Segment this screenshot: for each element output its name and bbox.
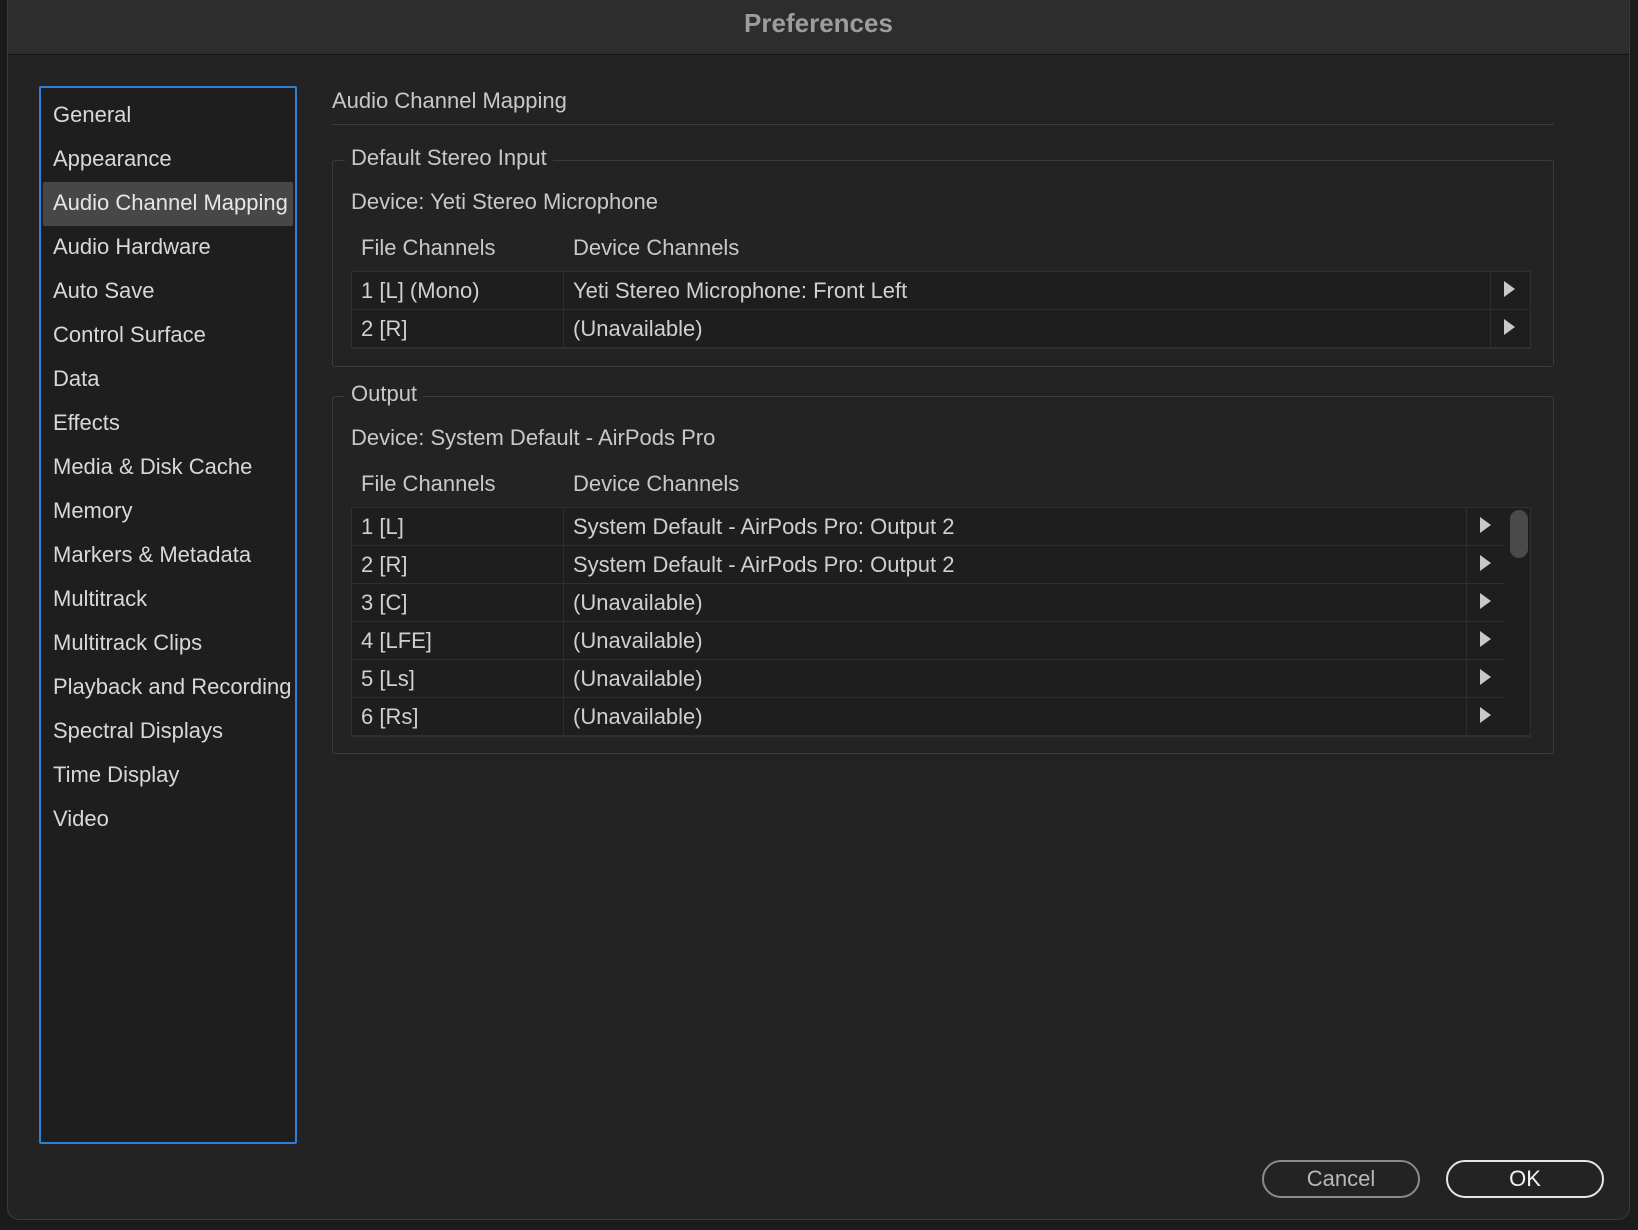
- input-col-device-channels: Device Channels: [573, 235, 740, 260]
- device-channel-cell[interactable]: (Unavailable): [564, 622, 703, 659]
- file-channel-cell: 6 [Rs]: [352, 698, 564, 735]
- title-bar[interactable]: Preferences: [8, 0, 1629, 55]
- device-channel-cell[interactable]: (Unavailable): [564, 698, 703, 735]
- device-channel-cell[interactable]: (Unavailable): [564, 660, 703, 697]
- channel-menu-button[interactable]: [1466, 508, 1502, 545]
- input-legend: Default Stereo Input: [345, 145, 553, 171]
- sidebar-item-general[interactable]: General: [43, 94, 293, 138]
- sidebar-item-data[interactable]: Data: [43, 358, 293, 402]
- input-device-label: Device: Yeti Stereo Microphone: [351, 189, 658, 214]
- sidebar-item-media-disk-cache[interactable]: Media & Disk Cache: [43, 446, 293, 490]
- channel-row: 6 [Rs] (Unavailable): [352, 698, 1530, 736]
- output-channel-table: 1 [L] System Default - AirPods Pro: Outpu…: [351, 507, 1531, 737]
- sidebar-item-auto-save[interactable]: Auto Save: [43, 270, 293, 314]
- scrollbar-thumb[interactable]: [1510, 510, 1528, 558]
- output-col-file-channels: File Channels: [361, 471, 496, 496]
- sidebar-item-control-surface[interactable]: Control Surface: [43, 314, 293, 358]
- window-title: Preferences: [744, 8, 893, 38]
- output-device-label: Device: System Default - AirPods Pro: [351, 425, 716, 450]
- page-title: Audio Channel Mapping: [332, 88, 567, 113]
- input-channel-table: 1 [L] (Mono) Yeti Stereo Microphone: Fron…: [351, 271, 1531, 349]
- sidebar-items: General Appearance Audio Channel Mapping Au…: [41, 94, 295, 842]
- file-channel-cell: 3 [C]: [352, 584, 564, 621]
- file-channel-cell: 1 [L] (Mono): [352, 272, 564, 309]
- channel-menu-button[interactable]: [1466, 698, 1502, 735]
- sidebar-item-effects[interactable]: Effects: [43, 402, 293, 446]
- file-channel-cell: 5 [Ls]: [352, 660, 564, 697]
- device-channel-cell[interactable]: Yeti Stereo Microphone: Front Left: [564, 272, 907, 309]
- input-col-file-channels: File Channels: [361, 235, 496, 260]
- sidebar-item-audio-hardware[interactable]: Audio Hardware: [43, 226, 293, 270]
- output-col-device-channels: Device Channels: [573, 471, 740, 496]
- sidebar-item-audio-channel-mapping[interactable]: Audio Channel Mapping: [43, 182, 293, 226]
- title-divider: [332, 124, 1554, 125]
- triangle-right-icon: [1480, 517, 1491, 533]
- triangle-right-icon: [1480, 631, 1491, 647]
- sidebar-item-spectral-displays[interactable]: Spectral Displays: [43, 710, 293, 754]
- channel-menu-button[interactable]: [1466, 622, 1502, 659]
- channel-menu-button[interactable]: [1490, 272, 1526, 309]
- channel-menu-button[interactable]: [1466, 546, 1502, 583]
- triangle-right-icon: [1480, 593, 1491, 609]
- preferences-window: Preferences General Appearance Audio Chann…: [7, 0, 1630, 1220]
- cancel-button[interactable]: Cancel: [1262, 1160, 1420, 1198]
- triangle-right-icon: [1480, 555, 1491, 571]
- channel-row: 1 [L] System Default - AirPods Pro: Outpu…: [352, 508, 1530, 546]
- channel-menu-button[interactable]: [1490, 310, 1526, 347]
- sidebar-item-multitrack[interactable]: Multitrack: [43, 578, 293, 622]
- sidebar-item-memory[interactable]: Memory: [43, 490, 293, 534]
- file-channel-cell: 1 [L]: [352, 508, 564, 545]
- channel-row: 1 [L] (Mono) Yeti Stereo Microphone: Fron…: [352, 272, 1530, 310]
- output-legend: Output: [345, 381, 424, 407]
- device-channel-cell[interactable]: (Unavailable): [564, 310, 703, 347]
- channel-row: 2 [R] System Default - AirPods Pro: Outpu…: [352, 546, 1530, 584]
- output-table-scrollbar[interactable]: [1504, 508, 1530, 734]
- triangle-right-icon: [1480, 669, 1491, 685]
- sidebar-item-markers-metadata[interactable]: Markers & Metadata: [43, 534, 293, 578]
- sidebar-item-multitrack-clips[interactable]: Multitrack Clips: [43, 622, 293, 666]
- sidebar-item-video[interactable]: Video: [43, 798, 293, 842]
- channel-row: 4 [LFE] (Unavailable): [352, 622, 1530, 660]
- triangle-right-icon: [1480, 707, 1491, 723]
- ok-button[interactable]: OK: [1446, 1160, 1604, 1198]
- file-channel-cell: 2 [R]: [352, 546, 564, 583]
- sidebar-item-appearance[interactable]: Appearance: [43, 138, 293, 182]
- sidebar-item-playback-and-recording[interactable]: Playback and Recording: [43, 666, 293, 710]
- input-group: Default Stereo Input Device: Yeti Stereo…: [332, 145, 1554, 367]
- triangle-right-icon: [1504, 281, 1515, 297]
- channel-row: 3 [C] (Unavailable): [352, 584, 1530, 622]
- channel-menu-button[interactable]: [1466, 584, 1502, 621]
- sidebar-item-time-display[interactable]: Time Display: [43, 754, 293, 798]
- channel-row: 5 [Ls] (Unavailable): [352, 660, 1530, 698]
- preferences-category-list[interactable]: General Appearance Audio Channel Mapping Au…: [39, 86, 297, 1144]
- device-channel-cell[interactable]: (Unavailable): [564, 584, 703, 621]
- device-channel-cell[interactable]: System Default - AirPods Pro: Output 2: [564, 546, 955, 583]
- file-channel-cell: 4 [LFE]: [352, 622, 564, 659]
- channel-row: 2 [R] (Unavailable): [352, 310, 1530, 348]
- triangle-right-icon: [1504, 319, 1515, 335]
- channel-menu-button[interactable]: [1466, 660, 1502, 697]
- file-channel-cell: 2 [R]: [352, 310, 564, 347]
- output-group: Output Device: System Default - AirPods …: [332, 381, 1554, 754]
- device-channel-cell[interactable]: System Default - AirPods Pro: Output 2: [564, 508, 955, 545]
